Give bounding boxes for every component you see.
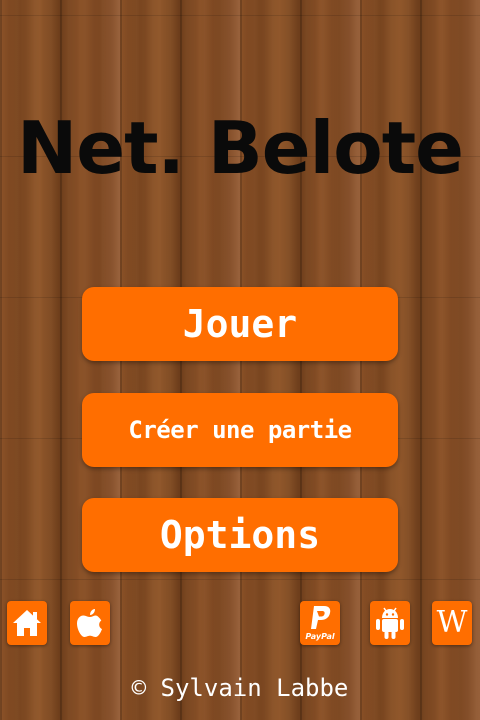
wikipedia-icon: W xyxy=(436,605,468,640)
create-game-button[interactable]: Créer une partie xyxy=(82,393,398,467)
home-icon xyxy=(13,610,41,636)
wikipedia-button[interactable]: W xyxy=(432,601,472,645)
options-button-label: Options xyxy=(159,513,321,557)
options-button[interactable]: Options xyxy=(82,498,398,572)
game-title: Net. Belote xyxy=(16,106,464,190)
apple-store-button[interactable] xyxy=(70,601,110,645)
apple-icon xyxy=(77,609,102,637)
create-game-button-label: Créer une partie xyxy=(128,416,352,444)
paypal-button[interactable]: PayPal xyxy=(300,601,340,645)
android-icon xyxy=(376,607,404,639)
paypal-icon-text: PayPal xyxy=(305,632,334,641)
copyright-text: © Sylvain Labbe xyxy=(131,674,349,702)
android-button[interactable] xyxy=(370,601,410,645)
home-button[interactable] xyxy=(7,601,47,645)
play-button[interactable]: Jouer xyxy=(82,287,398,361)
play-button-label: Jouer xyxy=(182,302,298,346)
paypal-icon: PayPal xyxy=(305,606,335,641)
